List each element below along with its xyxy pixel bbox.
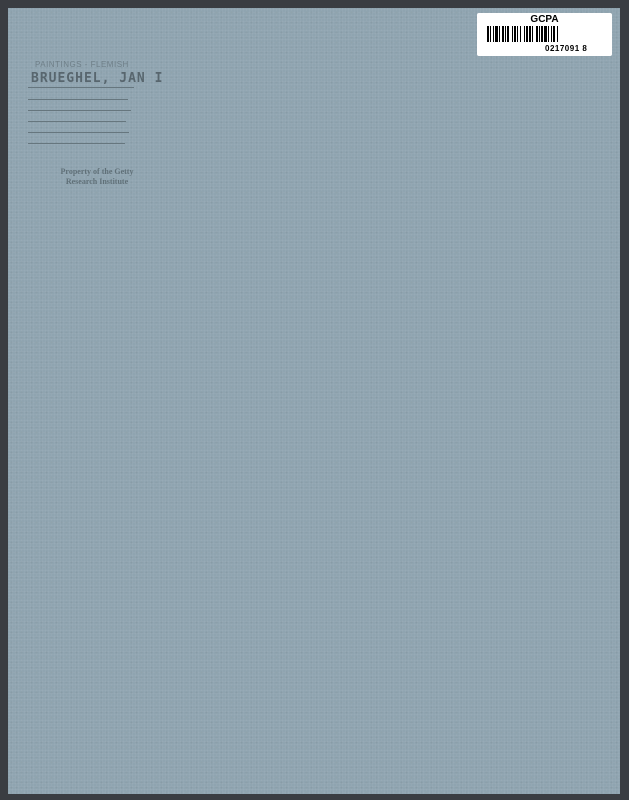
barcode-label: GCPA 0217091 8 xyxy=(477,13,612,56)
property-stamp-line2: Research Institute xyxy=(65,177,129,186)
ruled-line xyxy=(28,87,134,88)
ruled-line xyxy=(28,143,125,144)
property-stamp: Property of the Getty Research Institute xyxy=(42,167,152,187)
ruled-line xyxy=(28,121,126,122)
barcode-number: 0217091 8 xyxy=(545,44,588,53)
artist-name-stamp: BRUEGHEL, JAN I xyxy=(31,71,164,86)
ruled-line xyxy=(28,99,128,100)
property-stamp-line1: Property of the Getty xyxy=(60,167,134,176)
archive-card: PAINTINGS - FLEMISH BRUEGHEL, JAN I Prop… xyxy=(8,8,620,794)
ruled-line xyxy=(28,110,131,111)
category-stamp: PAINTINGS - FLEMISH xyxy=(35,60,129,69)
ruled-line xyxy=(28,132,129,133)
barcode-icon xyxy=(487,26,558,42)
barcode-code: GCPA xyxy=(530,14,559,25)
